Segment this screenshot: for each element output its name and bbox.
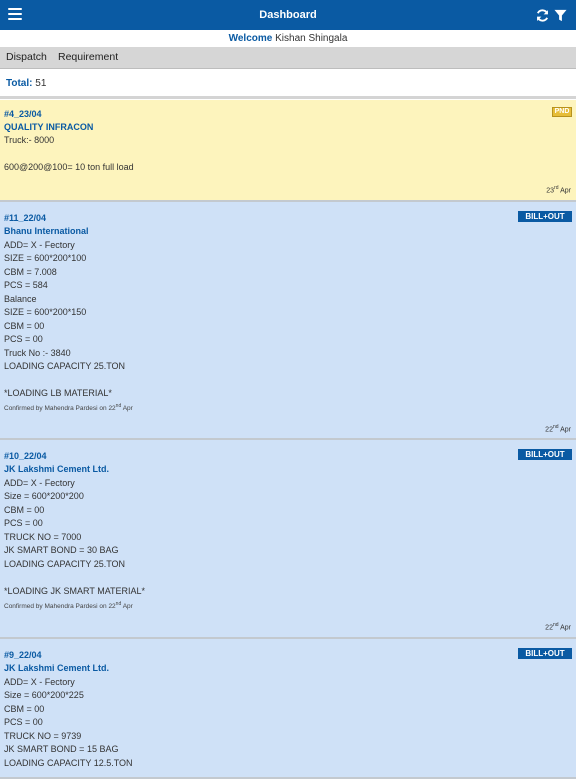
confirmed-by: Confirmed by Mahendra Pardesi on 22nd Ap… (4, 601, 133, 611)
card-line: SIZE = 600*200*100 (4, 253, 87, 263)
status-badge: BILL+OUT (518, 648, 572, 659)
welcome-label: Welcome (228, 33, 273, 44)
card-line: TRUCK NO = 7000 (4, 532, 82, 542)
card-line: CBM = 00 (4, 505, 45, 515)
card-line: CBM = 7.008 (4, 267, 57, 277)
total-count: Total: 51 (0, 72, 576, 99)
card-line: SIZE = 600*200*150 (4, 307, 87, 317)
card-line: Size = 600*200*200 (4, 491, 84, 501)
card-line: Balance (4, 294, 37, 304)
user-name: Kishan Shingala (275, 33, 348, 44)
status-badge: BILL+OUT (518, 449, 572, 460)
refresh-icon[interactable] (535, 8, 550, 23)
card-line: JK SMART BOND = 30 BAG (4, 545, 119, 555)
total-value: 51 (35, 78, 47, 89)
card-line: PCS = 00 (4, 717, 43, 727)
card-line: LOADING CAPACITY 25.TON (4, 559, 126, 569)
card-date: 22nd Apr (545, 424, 571, 434)
card-line: CBM = 00 (4, 704, 45, 714)
card-line: PCS = 00 (4, 518, 43, 528)
total-label: Total: (6, 78, 33, 89)
card-line: 600@200@100= 10 ton full load (4, 162, 134, 172)
card-line: LOADING CAPACITY 12.5.TON (4, 758, 133, 768)
card-id: #11_22/04 (4, 213, 47, 223)
tab-requirement[interactable]: Requirement (58, 47, 118, 68)
card-line: LOADING CAPACITY 25.TON (4, 361, 126, 371)
card-company: QUALITY INFRACON (4, 122, 94, 132)
dispatch-card[interactable]: #11_22/04 BILL+OUT Bhanu International A… (0, 202, 576, 440)
card-line: ADD= X - Fectory (4, 478, 75, 488)
welcome-bar: Welcome Kishan Shingala (0, 30, 576, 47)
status-badge: PND (552, 107, 572, 117)
dispatch-card[interactable]: #9_22/04 BILL+OUT JK Lakshmi Cement Ltd.… (0, 639, 576, 779)
card-date: 23rd Apr (546, 185, 571, 195)
confirmed-by: Confirmed by Mahendra Pardesi on 22nd Ap… (4, 403, 133, 413)
card-line: PCS = 00 (4, 334, 43, 344)
card-id: #10_22/04 (4, 451, 47, 461)
status-badge: BILL+OUT (518, 211, 572, 222)
card-company: JK Lakshmi Cement Ltd. (4, 464, 110, 474)
card-id: #4_23/04 (4, 109, 42, 119)
card-line: Truck:- 8000 (4, 135, 55, 145)
tab-bar: Dispatch Requirement (0, 47, 576, 69)
card-line: *LOADING JK SMART MATERIAL* (4, 586, 146, 596)
card-line: TRUCK NO = 9739 (4, 731, 82, 741)
card-line: ADD= X - Fectory (4, 240, 75, 250)
card-line: *LOADING LB MATERIAL* (4, 388, 112, 398)
page-title: Dashboard (259, 9, 317, 21)
card-company: JK Lakshmi Cement Ltd. (4, 663, 110, 673)
card-line: ADD= X - Fectory (4, 677, 75, 687)
card-line: Truck No :- 3840 (4, 348, 71, 358)
card-id: #9_22/04 (4, 650, 42, 660)
dispatch-card[interactable]: #4_23/04 PND QUALITY INFRACON Truck:- 80… (0, 100, 576, 202)
card-date: 22nd Apr (545, 622, 571, 632)
tab-dispatch[interactable]: Dispatch (6, 47, 47, 68)
card-line: Size = 600*200*225 (4, 690, 84, 700)
card-line: CBM = 00 (4, 321, 45, 331)
card-line: PCS = 584 (4, 280, 48, 290)
filter-funnel-icon[interactable] (554, 9, 567, 22)
app-header: Dashboard (0, 0, 576, 30)
card-company: Bhanu International (4, 226, 89, 236)
card-line: JK SMART BOND = 15 BAG (4, 744, 119, 754)
dispatch-card[interactable]: #10_22/04 BILL+OUT JK Lakshmi Cement Ltd… (0, 440, 576, 639)
